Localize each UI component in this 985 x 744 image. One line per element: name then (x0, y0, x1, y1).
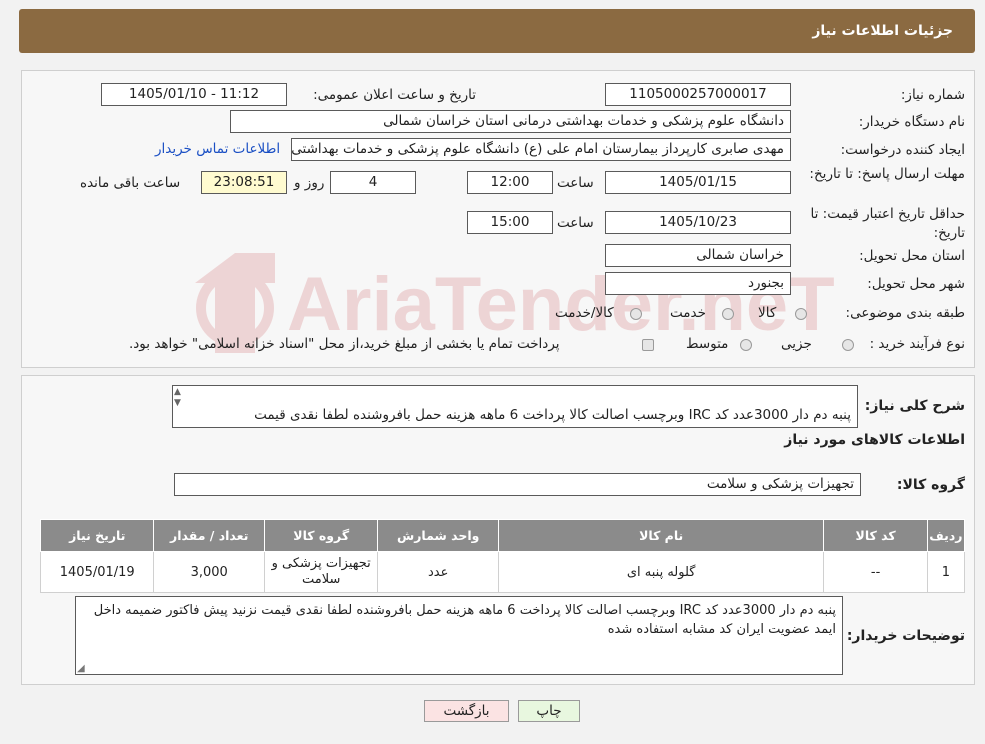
cell-goods-group: تجهیزات پزشکی و سلامت (263, 551, 379, 593)
header-need-date: تاریخ نیاز (39, 519, 155, 552)
buyer-notes-label: توضیحات خریدار: (846, 628, 965, 644)
buyer-org-field: دانشگاه علوم پزشکی و خدمات بهداشتی درمان… (230, 110, 791, 133)
process-medium-radio[interactable] (740, 339, 752, 351)
page-title: جزئیات اطلاعات نیاز (812, 23, 953, 39)
header-quantity: تعداد / مقدار (153, 519, 265, 552)
header-unit: واحد شمارش (377, 519, 499, 552)
cell-need-date: 1405/01/19 (39, 551, 155, 593)
treasury-payment-note: پرداخت تمام یا بخشی از مبلغ خرید،از محل … (129, 336, 560, 352)
deadline-time-field: 12:00 (467, 171, 553, 194)
treasury-payment-checkbox[interactable] (642, 339, 654, 351)
requester-field: مهدی صابری کارپرداز بیمارستان امام علی (… (291, 138, 791, 161)
requester-label: ایجاد کننده درخواست: (840, 142, 965, 158)
cell-row-number: 1 (926, 551, 966, 593)
category-goods-service-label: کالا/خدمت (555, 305, 614, 321)
price-validity-label: حداقل تاریخ اعتبار قیمت: تا تاریخ: (810, 206, 965, 241)
resize-handle-icon[interactable]: ◢ (77, 663, 85, 674)
price-validity-date-field: 1405/10/23 (605, 211, 791, 234)
goods-group-label: گروه کالا: (896, 477, 965, 493)
delivery-province-label: استان محل تحویل: (859, 248, 965, 264)
price-validity-time-field: 15:00 (467, 211, 553, 234)
category-goods-service-radio[interactable] (630, 308, 642, 320)
buyer-notes-textarea[interactable]: پنبه دم دار 3000عدد کد IRC وبرچسب اصالت … (75, 596, 843, 675)
cell-goods-code: -- (823, 551, 928, 593)
deadline-date-field: 1405/01/15 (605, 171, 791, 194)
remaining-days-field: 4 (330, 171, 416, 194)
back-button[interactable]: بازگشت (424, 700, 509, 722)
need-number-field: 1105000257000017 (605, 83, 791, 106)
summary-label: شرح کلی نیاز: (864, 398, 965, 414)
category-goods-label: کالا (758, 305, 777, 321)
process-minor-label: جزیی (781, 336, 812, 352)
process-medium-label: متوسط (686, 336, 729, 352)
category-label: طبقه بندی موضوعی: (845, 305, 965, 321)
cell-goods-name: گلوله پنبه ای (497, 551, 825, 593)
delivery-city-label: شهر محل تحویل: (867, 276, 965, 292)
header-goods-code: کد کالا (823, 519, 928, 552)
items-section-title: اطلاعات کالاهای مورد نیاز (784, 432, 965, 448)
purchase-process-label: نوع فرآیند خرید : (869, 336, 965, 352)
summary-text: پنبه دم دار 3000عدد کد IRC وبرچسب اصالت … (254, 407, 851, 423)
deadline-label: مهلت ارسال پاسخ: تا تاریخ: (809, 166, 965, 182)
header-goods-group: گروه کالا (263, 519, 379, 552)
items-table: تاریخ نیاز تعداد / مقدار گروه کالا واحد … (39, 519, 966, 593)
days-label: روز و (294, 175, 325, 191)
table-header-row: تاریخ نیاز تعداد / مقدار گروه کالا واحد … (39, 519, 966, 552)
delivery-province-field: خراسان شمالی (605, 244, 791, 267)
summary-textarea[interactable]: پنبه دم دار 3000عدد کد IRC وبرچسب اصالت … (172, 385, 858, 428)
buyer-contact-link[interactable]: اطلاعات تماس خریدار (155, 141, 280, 157)
header-row-number: ردیف (926, 519, 966, 552)
remaining-time-field: 23:08:51 (201, 171, 287, 194)
process-minor-radio[interactable] (842, 339, 854, 351)
table-row: 1405/01/19 3,000 تجهیزات پزشکی و سلامت ع… (39, 551, 966, 593)
goods-group-field: تجهیزات پزشکی و سلامت (174, 473, 861, 496)
category-goods-radio[interactable] (795, 308, 807, 320)
cell-unit: عدد (377, 551, 499, 593)
header-goods-name: نام کالا (497, 519, 825, 552)
category-service-label: خدمت (670, 305, 706, 321)
buyer-notes-text: پنبه دم دار 3000عدد کد IRC وبرچسب اصالت … (93, 603, 836, 637)
cell-quantity: 3,000 (153, 551, 265, 593)
deadline-time-label: ساعت (557, 175, 594, 191)
announce-datetime-label: تاریخ و ساعت اعلان عمومی: (313, 87, 476, 103)
summary-scroll-arrows[interactable]: ▲ ▼ (174, 387, 188, 409)
announce-datetime-field: 1405/01/10 - 11:12 (101, 83, 287, 106)
delivery-city-field: بجنورد (605, 272, 791, 295)
page-header: جزئیات اطلاعات نیاز (19, 9, 975, 53)
price-validity-time-label: ساعت (557, 215, 594, 231)
category-service-radio[interactable] (722, 308, 734, 320)
buyer-org-label: نام دستگاه خریدار: (858, 114, 965, 130)
remaining-time-label: ساعت باقی مانده (80, 175, 181, 191)
print-button[interactable]: چاپ (518, 700, 580, 722)
items-table-wrapper: تاریخ نیاز تعداد / مقدار گروه کالا واحد … (39, 519, 966, 593)
need-number-label: شماره نیاز: (900, 87, 965, 103)
